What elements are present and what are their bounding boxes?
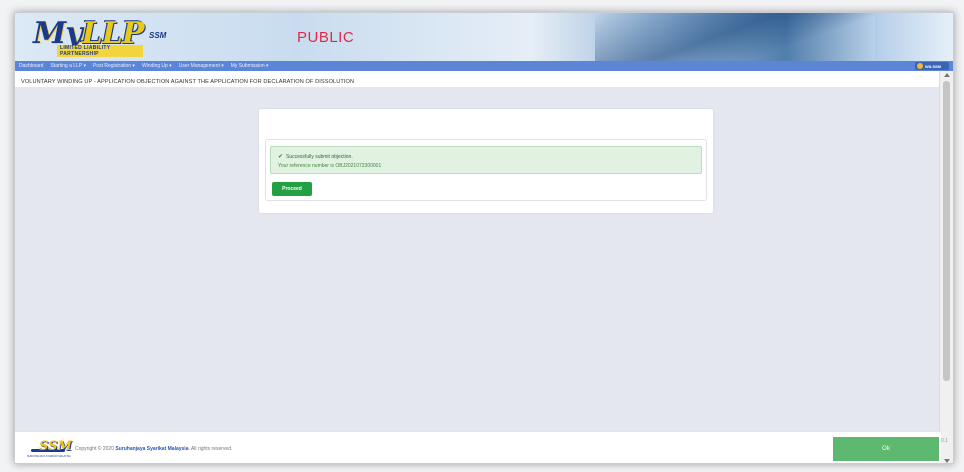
footer: SSM SURUHANJAYA SYARIKAT MALAYSIA Copyri… [15, 431, 948, 463]
nav-dashboard[interactable]: Dashboard [19, 63, 43, 69]
browser-frame: MyLLP LIMITED LIABILITY PARTNERSHIP SSM … [14, 12, 954, 464]
logo-subtitle: LIMITED LIABILITY PARTNERSHIP [57, 45, 144, 57]
environment-label: PUBLIC [297, 29, 355, 46]
main-navbar: Dashboard Starting a LLP ▾ Post Registra… [15, 61, 953, 71]
nav-post-registration[interactable]: Post Registration ▾ [93, 63, 135, 69]
main-content: ✔ Successfully submit objection. Your re… [15, 87, 941, 431]
scroll-down-arrow-icon[interactable] [944, 459, 950, 463]
ssm-logo: SSM SURUHANJAYA SYARIKAT MALAYSIA [25, 437, 72, 461]
scroll-thumb[interactable] [943, 81, 950, 381]
logo-ssm-mark: SSM [149, 31, 167, 40]
ssm-link[interactable]: Suruhanjaya Syarikat Malaysia [115, 446, 188, 452]
success-message: Successfully submit objection. [286, 153, 353, 160]
scroll-up-arrow-icon[interactable] [944, 73, 950, 77]
user-name: WILSSM [925, 63, 941, 69]
result-card: ✔ Successfully submit objection. Your re… [259, 109, 713, 213]
nav-winding-up[interactable]: Winding Up ▾ [142, 63, 172, 69]
reference-number: Your reference number is OBJ202107230000… [278, 163, 382, 169]
result-panel: ✔ Successfully submit objection. Your re… [265, 139, 707, 201]
nav-my-submission[interactable]: My Submission ▾ [231, 63, 269, 69]
page-title: VOLUNTARY WINDING UP - APPLICATION OBJEC… [21, 79, 355, 85]
version-label: 0.1 [941, 438, 948, 444]
myllp-logo[interactable]: MyLLP LIMITED LIABILITY PARTNERSHIP SSM [33, 19, 166, 59]
ok-button[interactable]: Ok [833, 437, 939, 461]
page-scrollbar[interactable] [939, 71, 953, 463]
banner-skyline-image [595, 13, 875, 61]
user-menu[interactable]: WILSSM [915, 62, 949, 70]
nav-starting-llp[interactable]: Starting a LLP ▾ [50, 63, 86, 69]
copyright-text: Copyright © 2020 Suruhanjaya Syarikat Ma… [75, 446, 233, 452]
success-alert: ✔ Successfully submit objection. Your re… [270, 146, 702, 174]
header-banner: MyLLP LIMITED LIABILITY PARTNERSHIP SSM … [15, 13, 953, 61]
ssm-logo-caption: SURUHANJAYA SYARIKAT MALAYSIA [27, 455, 71, 458]
check-icon: ✔ [278, 154, 284, 160]
ssm-logo-text: SSM [39, 439, 72, 454]
user-avatar-icon [917, 63, 923, 69]
proceed-button[interactable]: Proceed [272, 182, 312, 196]
nav-user-management[interactable]: User Management ▾ [179, 63, 224, 69]
